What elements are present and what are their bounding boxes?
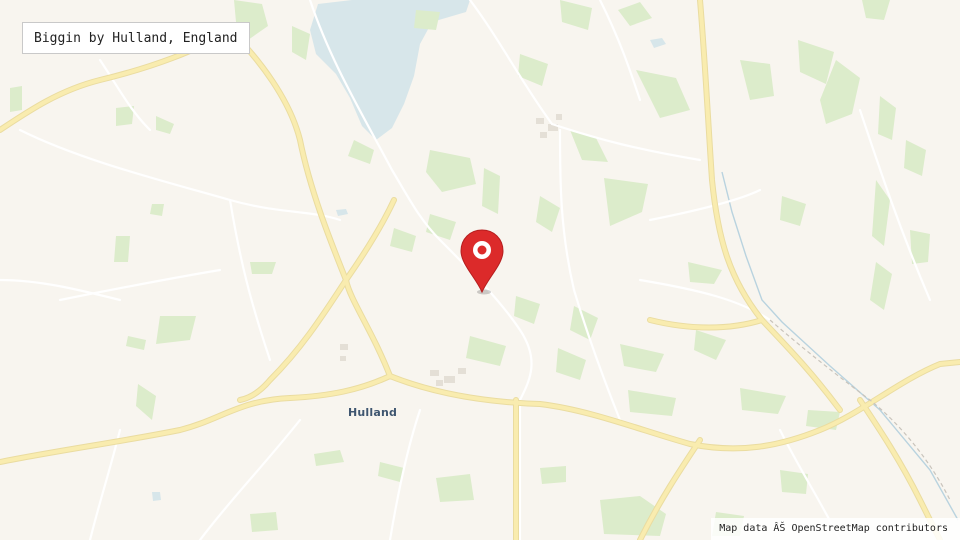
town-label-hulland: Hulland — [348, 406, 398, 419]
place-name-box: Biggin by Hulland, England — [22, 22, 250, 54]
map-view[interactable]: Hulland Biggin by Hulland, England Map d… — [0, 0, 960, 540]
attribution-text: Map data ÂŠ OpenStreetMap contributors — [719, 523, 948, 534]
map-pin-icon[interactable] — [458, 228, 506, 296]
pond — [152, 492, 161, 501]
place-name: Biggin by Hulland, England — [34, 31, 238, 46]
map-attribution[interactable]: Map data ÂŠ OpenStreetMap contributors — [711, 518, 960, 540]
